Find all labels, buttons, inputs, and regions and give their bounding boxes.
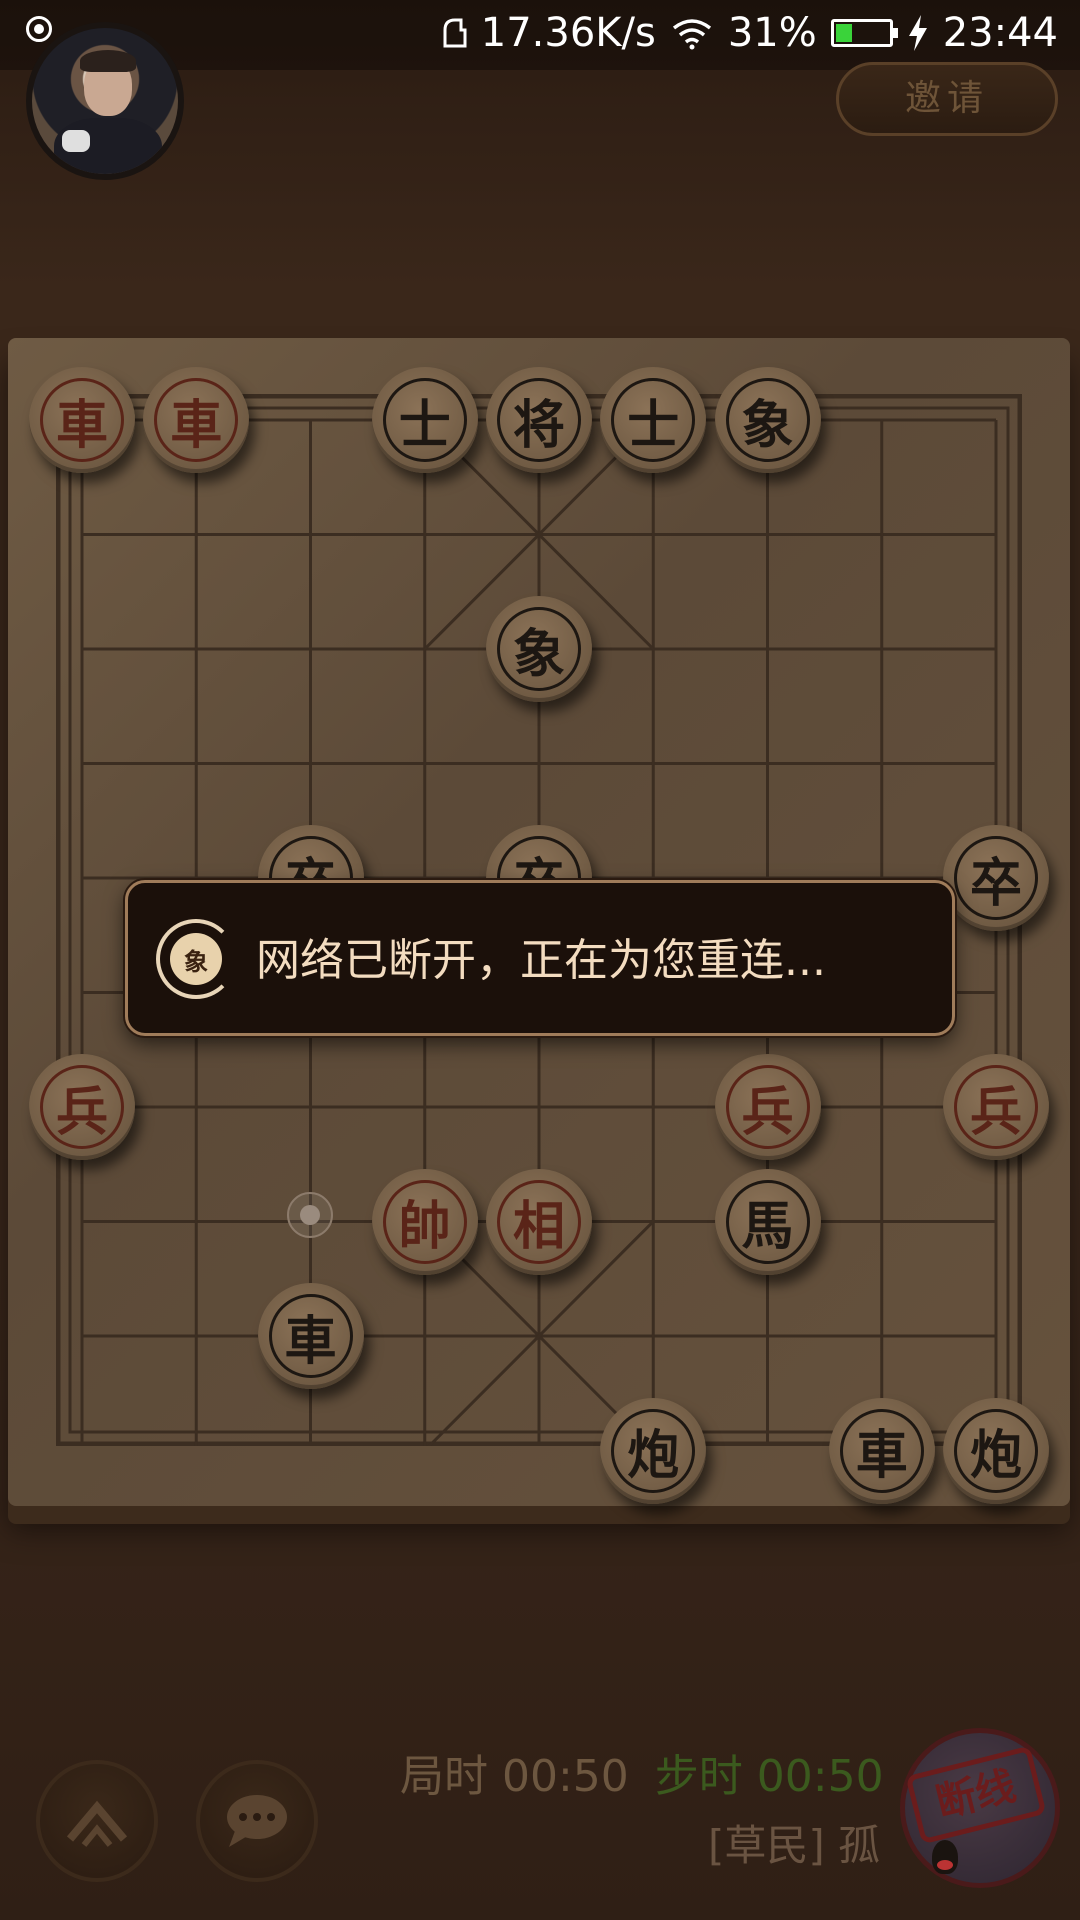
clock: 23:44 (942, 10, 1058, 56)
piece-label: 象 (497, 607, 581, 691)
speed-icon (443, 18, 467, 48)
piece-black-cannon[interactable]: 炮 (600, 1397, 707, 1504)
piece-label: 士 (382, 378, 467, 462)
piece-label: 象 (725, 378, 810, 462)
piece-black-chariot[interactable]: 車 (828, 1397, 935, 1504)
piece-label: 車 (268, 1294, 353, 1378)
piece-black-elephant[interactable]: 象 (486, 596, 592, 702)
piece-red-pawn[interactable]: 兵 (943, 1054, 1049, 1160)
piece-label: 卒 (954, 836, 1038, 920)
piece-black-cannon[interactable]: 炮 (943, 1397, 1049, 1504)
piece-black-general[interactable]: 将 (486, 367, 592, 473)
menu-up-button[interactable] (36, 1760, 158, 1882)
piece-label: 士 (611, 378, 696, 462)
piece-black-advisor[interactable]: 士 (371, 367, 478, 473)
invite-button[interactable]: 邀请 (836, 62, 1058, 136)
piece-red-pawn[interactable]: 兵 (714, 1054, 821, 1160)
piece-label: 将 (497, 378, 581, 462)
piece-label: 相 (497, 1179, 581, 1264)
piece-black-horse[interactable]: 馬 (714, 1168, 821, 1275)
piece-black-advisor[interactable]: 士 (600, 367, 707, 473)
timers: 局时 00:50 步时 00:50 (400, 1740, 884, 1804)
battery-percent: 31% (727, 10, 817, 56)
step-timer: 步时 00:50 (654, 1751, 884, 1802)
piece-black-chariot[interactable]: 車 (257, 1283, 364, 1389)
piece-black-elephant[interactable]: 象 (714, 367, 821, 473)
piece-red-marshal[interactable]: 帥 (371, 1168, 478, 1275)
piece-label: 兵 (40, 1065, 124, 1149)
move-indicator[interactable] (287, 1192, 333, 1238)
player-name: [草民] 孤 (708, 1821, 881, 1870)
piece-label: 兵 (954, 1065, 1038, 1149)
game-timer: 局时 00:50 (400, 1751, 629, 1802)
loading-spinner-icon: 象 (156, 919, 236, 999)
piece-label: 車 (154, 378, 239, 462)
record-icon (26, 16, 52, 42)
reconnect-toast: 象 网络已断开，正在为您重连... (125, 880, 955, 1036)
piece-black-soldier[interactable]: 卒 (943, 825, 1049, 931)
chevron-up-icon (66, 1800, 128, 1847)
piece-red-minister[interactable]: 相 (486, 1168, 592, 1275)
piece-label: 炮 (611, 1408, 696, 1493)
piece-label: 兵 (725, 1065, 810, 1149)
qq-icon (932, 1840, 958, 1874)
piece-red-chariot[interactable]: 車 (29, 367, 135, 473)
chat-button[interactable] (196, 1760, 318, 1882)
piece-red-chariot[interactable]: 車 (143, 367, 250, 473)
wifi-icon (672, 19, 711, 50)
piece-label: 帥 (382, 1179, 467, 1264)
opponent-avatar[interactable] (26, 22, 184, 180)
chat-bubble-icon (227, 1795, 287, 1847)
piece-label: 車 (40, 378, 124, 462)
charging-icon (908, 15, 927, 51)
piece-label: 車 (839, 1408, 924, 1493)
network-speed: 17.36K/s (480, 10, 656, 56)
battery-icon (830, 19, 898, 47)
piece-label: 炮 (954, 1408, 1038, 1493)
toast-message: 网络已断开，正在为您重连... (256, 935, 826, 986)
toast-icon-char: 象 (170, 933, 222, 985)
piece-label: 馬 (725, 1179, 810, 1264)
piece-red-pawn[interactable]: 兵 (29, 1054, 135, 1160)
